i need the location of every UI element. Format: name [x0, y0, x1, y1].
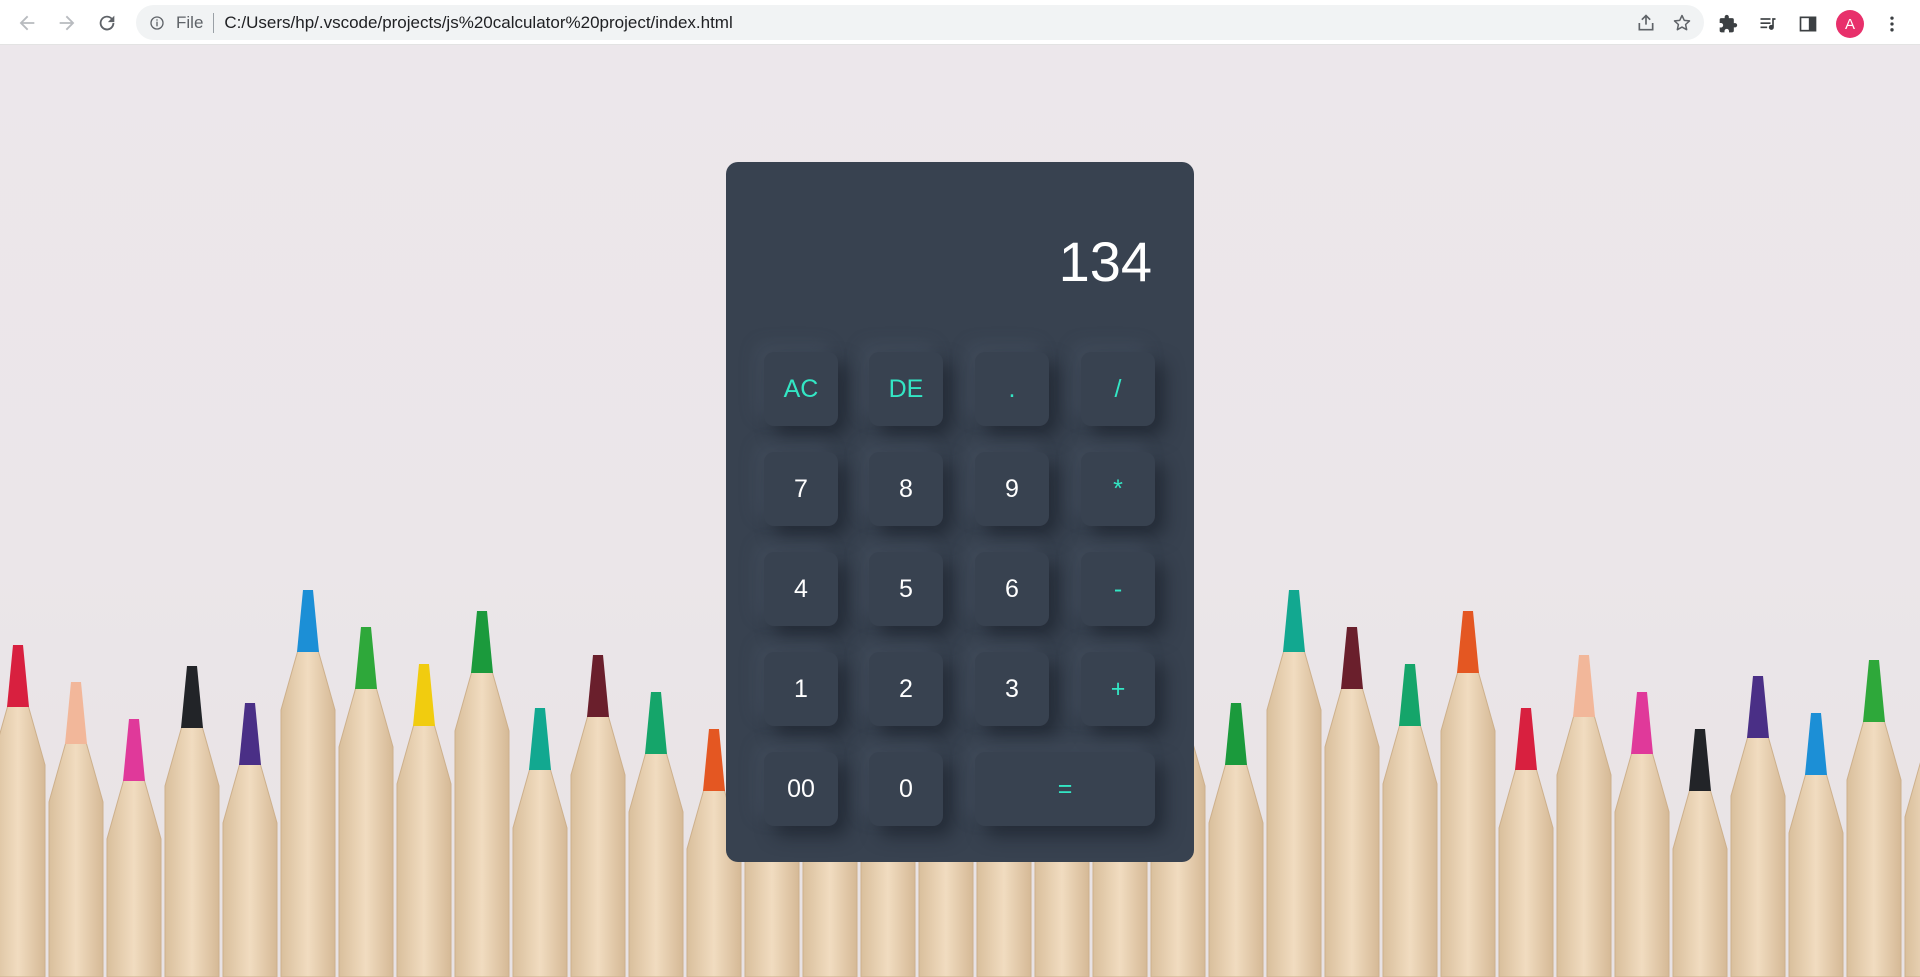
info-icon[interactable] [148, 14, 166, 32]
calculator-display[interactable] [756, 222, 1152, 302]
calculator: AC DE . / 7 8 9 * 4 5 6 - 1 2 3 + 00 0 = [726, 162, 1194, 862]
share-icon[interactable] [1634, 11, 1658, 35]
url-text[interactable]: C:/Users/hp/.vscode/projects/js%20calcul… [224, 13, 732, 33]
reload-icon[interactable] [94, 10, 120, 36]
digit-4-button[interactable]: 4 [764, 552, 838, 626]
digit-6-button[interactable]: 6 [975, 552, 1049, 626]
clear-all-button[interactable]: AC [764, 352, 838, 426]
digit-5-button[interactable]: 5 [869, 552, 943, 626]
digit-3-button[interactable]: 3 [975, 652, 1049, 726]
digit-7-button[interactable]: 7 [764, 452, 838, 526]
digit-2-button[interactable]: 2 [869, 652, 943, 726]
minus-button[interactable]: - [1081, 552, 1155, 626]
star-icon[interactable] [1670, 11, 1694, 35]
profile-avatar[interactable]: A [1836, 10, 1864, 38]
address-bar[interactable]: File C:/Users/hp/.vscode/projects/js%20c… [136, 5, 1704, 40]
scheme-label: File [176, 12, 204, 32]
divider [213, 12, 215, 33]
double-zero-button[interactable]: 00 [764, 752, 838, 826]
digit-8-button[interactable]: 8 [869, 452, 943, 526]
page-viewport: AC DE . / 7 8 9 * 4 5 6 - 1 2 3 + 00 0 = [0, 45, 1920, 977]
divide-button[interactable]: / [1081, 352, 1155, 426]
digit-1-button[interactable]: 1 [764, 652, 838, 726]
browser-toolbar: File C:/Users/hp/.vscode/projects/js%20c… [0, 0, 1920, 45]
digit-0-button[interactable]: 0 [869, 752, 943, 826]
digit-9-button[interactable]: 9 [975, 452, 1049, 526]
plus-button[interactable]: + [1081, 652, 1155, 726]
side-panel-icon[interactable] [1796, 12, 1820, 36]
decimal-button[interactable]: . [975, 352, 1049, 426]
delete-button[interactable]: DE [869, 352, 943, 426]
back-icon[interactable] [14, 10, 40, 36]
extensions-icon[interactable] [1716, 12, 1740, 36]
media-queue-icon[interactable] [1756, 12, 1780, 36]
multiply-button[interactable]: * [1081, 452, 1155, 526]
menu-icon[interactable] [1880, 12, 1904, 36]
equals-button[interactable]: = [975, 752, 1155, 826]
forward-icon[interactable] [54, 10, 80, 36]
